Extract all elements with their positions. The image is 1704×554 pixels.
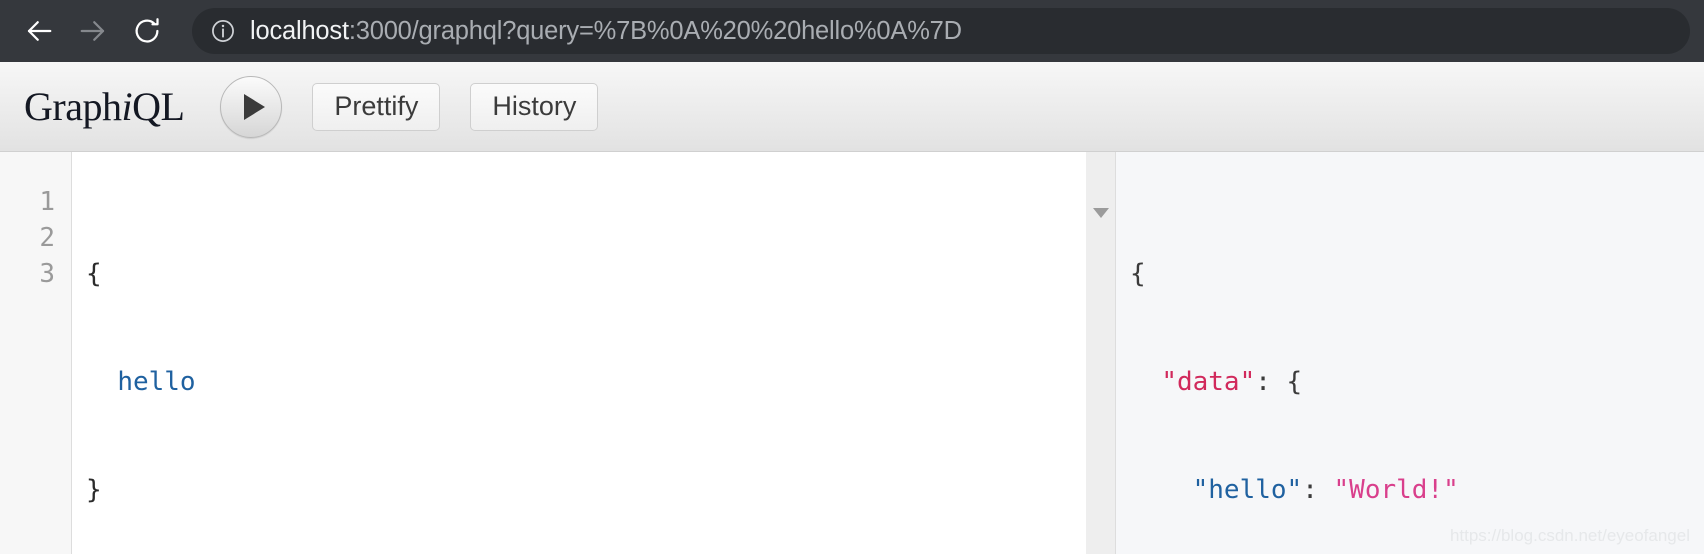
graphiql-toolbar: GraphiQL Prettify History	[0, 62, 1704, 152]
result-token-punct: :	[1302, 475, 1334, 505]
result-token-punct: : {	[1255, 367, 1303, 397]
logo-italic-i: i	[121, 84, 133, 129]
execute-query-button[interactable]	[220, 75, 283, 138]
arrow-right-icon	[80, 21, 105, 41]
forward-button[interactable]	[70, 8, 116, 54]
prettify-button[interactable]: Prettify	[312, 82, 441, 131]
address-bar[interactable]: localhost:3000/graphql?query=%7B%0A%20%2…	[192, 8, 1690, 54]
result-fold-gutter	[1086, 152, 1116, 554]
site-info-icon[interactable]	[210, 18, 236, 44]
result-token-punct: {	[1130, 259, 1146, 289]
result-line: "hello": "World!"	[1130, 472, 1704, 508]
result-line: {	[1130, 256, 1704, 292]
url-host: localhost	[250, 16, 349, 45]
result-viewer-code: { "data": { "hello": "World!" } }	[1116, 152, 1704, 554]
code-token-field: hello	[117, 367, 196, 397]
logo-suffix: QL	[132, 84, 185, 129]
info-circle-icon	[212, 20, 234, 42]
result-token-string: "World!"	[1333, 475, 1459, 505]
main-editor-area: 1 2 3 { hello } { "data": { "hello": "Wo…	[0, 152, 1704, 554]
arrow-left-icon	[27, 21, 52, 41]
fold-toggle-icon[interactable]	[1093, 208, 1109, 218]
code-token: {	[86, 259, 102, 289]
result-token-key: "hello"	[1192, 475, 1303, 505]
url-path: :3000/graphql?query=%7B%0A%20%20hello%0A…	[348, 16, 962, 45]
query-line-number-gutter: 1 2 3	[0, 152, 72, 554]
logo-prefix: Graph	[24, 84, 122, 129]
reload-icon	[135, 18, 159, 43]
code-line: hello	[86, 364, 1086, 400]
line-number: 1	[39, 187, 55, 217]
line-number: 3	[39, 259, 55, 289]
result-viewer-pane[interactable]: { "data": { "hello": "World!" } } https:…	[1086, 152, 1704, 554]
code-line: }	[86, 472, 1086, 508]
browser-chrome: localhost:3000/graphql?query=%7B%0A%20%2…	[0, 0, 1704, 62]
code-line: {	[86, 256, 1086, 292]
code-token: }	[86, 475, 102, 505]
line-number: 2	[39, 223, 55, 253]
play-icon	[243, 93, 265, 120]
reload-button[interactable]	[124, 8, 170, 54]
back-button[interactable]	[16, 8, 62, 54]
result-token-key-data: "data"	[1161, 367, 1256, 397]
result-line: "data": {	[1130, 364, 1704, 400]
history-button[interactable]: History	[470, 82, 599, 131]
query-editor-code[interactable]: { hello }	[72, 152, 1086, 554]
url-text[interactable]: localhost:3000/graphql?query=%7B%0A%20%2…	[250, 17, 962, 46]
query-editor-pane[interactable]: 1 2 3 { hello }	[0, 152, 1086, 554]
graphiql-logo: GraphiQL	[24, 83, 185, 130]
